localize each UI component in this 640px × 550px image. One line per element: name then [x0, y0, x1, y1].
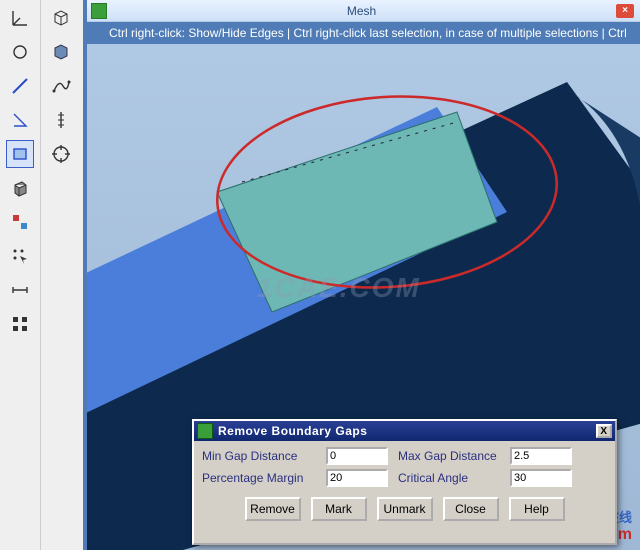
close-button[interactable]: Close — [443, 497, 499, 521]
crit-angle-label: Critical Angle — [398, 471, 506, 485]
crit-angle-input[interactable] — [510, 469, 572, 487]
rect-icon[interactable] — [6, 140, 34, 168]
window-title-bar: Mesh × — [87, 0, 640, 22]
ruler-icon[interactable] — [47, 106, 75, 134]
grid-icon[interactable] — [6, 310, 34, 338]
min-gap-label: Min Gap Distance — [202, 449, 322, 463]
target-icon[interactable] — [47, 140, 75, 168]
angle-icon[interactable] — [6, 106, 34, 134]
line-icon[interactable] — [6, 72, 34, 100]
points-select-icon[interactable] — [6, 242, 34, 270]
min-gap-input[interactable] — [326, 447, 388, 465]
help-button[interactable]: Help — [509, 497, 565, 521]
dialog-icon — [197, 423, 213, 439]
pct-margin-input[interactable] — [326, 469, 388, 487]
remove-boundary-gaps-dialog: Remove Boundary Gaps X Min Gap Distance … — [192, 419, 617, 545]
solid-icon[interactable] — [47, 38, 75, 66]
circle-icon[interactable] — [6, 38, 34, 66]
dialog-button-row: Remove Mark Unmark Close Help — [202, 497, 607, 521]
cube-icon[interactable] — [6, 174, 34, 202]
wireframe-icon[interactable] — [47, 4, 75, 32]
mark-button[interactable]: Mark — [311, 497, 367, 521]
close-icon[interactable]: × — [616, 4, 634, 18]
max-gap-input[interactable] — [510, 447, 572, 465]
width-icon[interactable] — [6, 276, 34, 304]
shapes-icon[interactable] — [6, 208, 34, 236]
spline-icon[interactable] — [47, 72, 75, 100]
remove-button[interactable]: Remove — [245, 497, 301, 521]
max-gap-label: Max Gap Distance — [398, 449, 506, 463]
dialog-title: Remove Boundary Gaps — [218, 424, 367, 438]
axes-icon[interactable] — [6, 4, 34, 32]
left-toolbar — [0, 0, 83, 550]
dialog-body: Min Gap Distance Max Gap Distance Percen… — [194, 441, 615, 529]
unmark-button[interactable]: Unmark — [377, 497, 433, 521]
pct-margin-label: Percentage Margin — [202, 471, 322, 485]
window-title: Mesh — [107, 4, 616, 18]
dialog-title-bar[interactable]: Remove Boundary Gaps X — [194, 421, 615, 441]
tool-column-2 — [40, 0, 80, 550]
tool-column-1 — [0, 0, 40, 550]
dialog-close-button[interactable]: X — [596, 424, 612, 438]
app-icon — [91, 3, 107, 19]
